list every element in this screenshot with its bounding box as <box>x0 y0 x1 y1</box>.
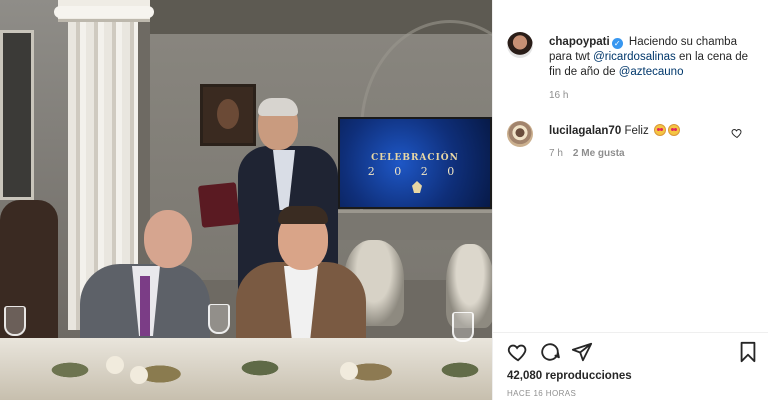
gift-box <box>197 182 241 228</box>
share-icon[interactable] <box>571 341 593 363</box>
comment-time[interactable]: 7 h <box>549 148 563 159</box>
caption-mention[interactable]: @ricardosalinas <box>593 51 676 63</box>
post-timestamp[interactable]: HACE 16 HORAS <box>507 389 576 398</box>
screen-title: CELEBRACIÓN <box>371 153 459 163</box>
post-video[interactable]: CELEBRACIÓN 2 0 2 0 <box>0 0 492 400</box>
seated-man-left-head <box>144 210 192 268</box>
caption-time[interactable]: 16 h <box>549 90 568 101</box>
left-window <box>0 30 34 200</box>
post-sidebar: chapoypati ✓ Haciendo su chamba para twt … <box>492 0 768 400</box>
comment-likes[interactable]: 2 Me gusta <box>573 148 625 159</box>
screen-logo-icon <box>412 181 422 193</box>
view-count[interactable]: 42,080 reproducciones <box>507 370 632 382</box>
heart-icon[interactable] <box>507 341 529 363</box>
comment-meta: 7 h 2 Me gusta <box>549 148 625 159</box>
wine-glass <box>4 306 26 336</box>
heart-eyes-emoji <box>653 124 666 136</box>
seated-man-right-hair <box>278 206 328 224</box>
comment-username[interactable]: lucilagalan70 <box>549 125 621 137</box>
author-username[interactable]: chapoypati <box>549 36 610 48</box>
projection-screen: CELEBRACIÓN 2 0 2 0 <box>338 117 492 209</box>
flower <box>106 356 124 374</box>
heart-eyes-emoji <box>667 124 680 136</box>
comment-icon[interactable] <box>539 341 561 363</box>
avatar[interactable] <box>507 32 533 58</box>
seated-man-left-tie <box>140 276 150 336</box>
comment-like-icon[interactable] <box>731 127 743 139</box>
comment-text: lucilagalan70 Feliz <box>549 124 739 139</box>
divider <box>493 332 768 333</box>
bookmark-icon[interactable] <box>737 341 759 363</box>
wall-painting <box>200 84 256 146</box>
screen-year: 2 0 2 0 <box>367 165 463 178</box>
standing-man-hair <box>258 98 298 116</box>
wall-shelf <box>336 210 492 240</box>
verified-badge-icon: ✓ <box>611 38 623 49</box>
caption-text: chapoypati ✓ Haciendo su chamba para twt … <box>549 35 759 80</box>
wine-glass <box>452 312 474 342</box>
flower <box>130 366 148 384</box>
comment-body: Feliz <box>624 125 649 137</box>
wine-glass <box>208 304 230 334</box>
flower <box>340 362 358 380</box>
column-scroll <box>54 6 154 18</box>
avatar[interactable] <box>507 121 533 147</box>
action-bar <box>507 341 759 365</box>
person-left-edge <box>0 200 58 360</box>
caption-mention[interactable]: @aztecauno <box>619 66 684 78</box>
